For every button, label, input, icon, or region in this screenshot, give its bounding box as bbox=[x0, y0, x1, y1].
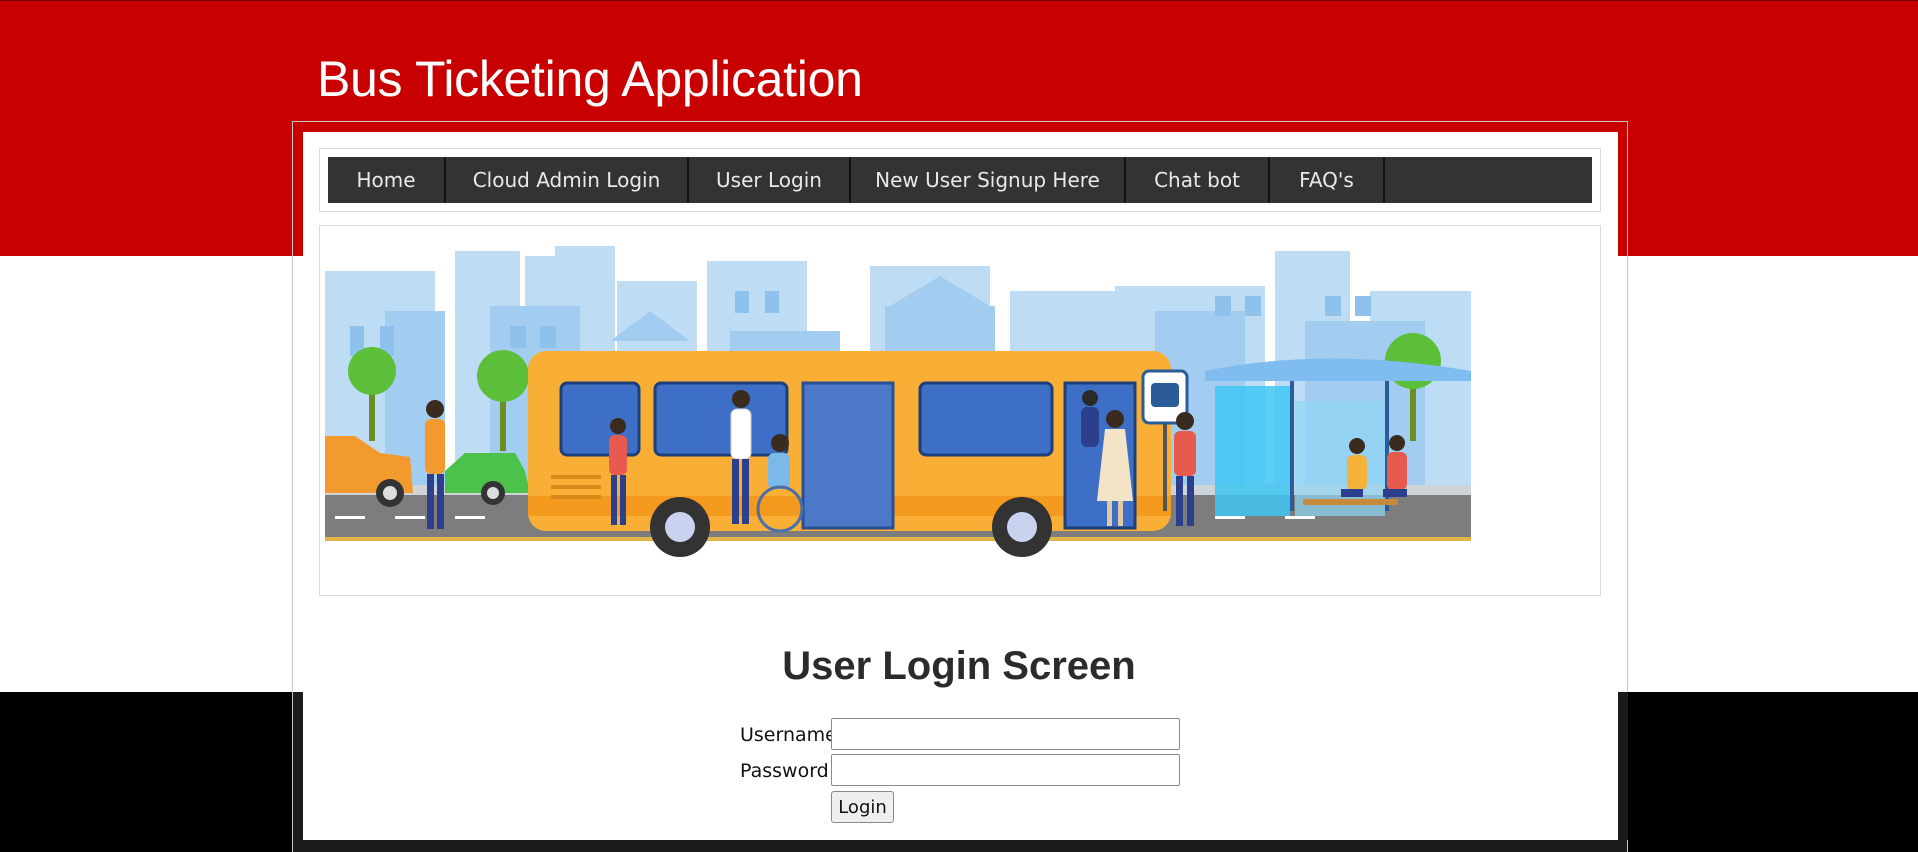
nav-menu: Home Cloud Admin Login User Login New Us… bbox=[328, 157, 1592, 203]
username-field[interactable] bbox=[831, 718, 1180, 750]
password-label: Password bbox=[740, 760, 829, 782]
bus-stop-illustration bbox=[325, 231, 1471, 576]
nav-item-user-login[interactable]: User Login bbox=[689, 157, 851, 203]
banner bbox=[319, 225, 1601, 596]
frame-border-bottom bbox=[293, 840, 1627, 852]
login-heading: User Login Screen bbox=[782, 644, 1136, 688]
frame-border-left bbox=[293, 692, 303, 840]
nav-bar: Home Cloud Admin Login User Login New Us… bbox=[319, 148, 1601, 212]
nav-item-cloud-admin-login[interactable]: Cloud Admin Login bbox=[446, 157, 689, 203]
password-field[interactable] bbox=[831, 754, 1180, 786]
frame-border-right bbox=[1618, 692, 1628, 840]
nav-item-new-user-signup[interactable]: New User Signup Here bbox=[851, 157, 1126, 203]
nav-item-home[interactable]: Home bbox=[328, 157, 446, 203]
username-label: Username bbox=[740, 724, 837, 746]
login-button[interactable]: Login bbox=[831, 791, 894, 823]
site-title: Bus Ticketing Application bbox=[317, 51, 863, 107]
nav-item-faqs[interactable]: FAQ's bbox=[1270, 157, 1385, 203]
nav-item-chat-bot[interactable]: Chat bot bbox=[1126, 157, 1270, 203]
